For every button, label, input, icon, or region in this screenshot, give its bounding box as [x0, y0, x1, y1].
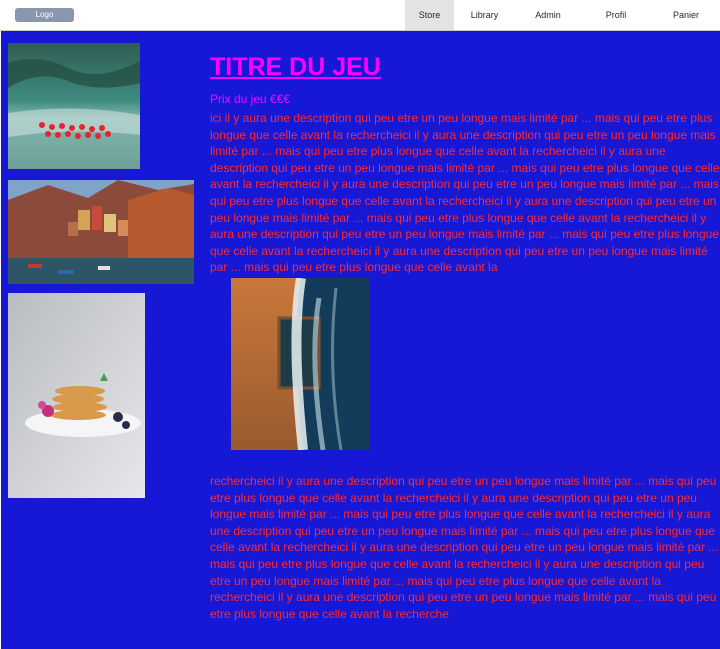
game-detail-image	[231, 278, 369, 450]
game-description-top: ici il y aura une description qui peu et…	[210, 111, 720, 275]
thumbnail-pancakes-dessert[interactable]	[8, 293, 145, 498]
thumbnail-coastal-village[interactable]	[8, 180, 194, 284]
game-detail-page: TITRE DU JEU Prix du jeu €€€ ici il y au…	[1, 31, 720, 649]
nav-profil-link[interactable]: Profil	[592, 0, 640, 30]
thumbnail-beach-parasols[interactable]	[8, 43, 140, 169]
logo-button[interactable]: Logo	[15, 8, 74, 22]
top-navigation-bar: Logo Store Library Admin Profil Panier	[0, 0, 720, 31]
nav-store-link[interactable]: Store	[405, 0, 454, 30]
nav-admin-link[interactable]: Admin	[524, 0, 572, 30]
game-description-bottom: rechercheici il y aura une description q…	[210, 474, 719, 621]
nav-panier-link[interactable]: Panier	[662, 0, 710, 30]
nav-library-link[interactable]: Library	[460, 0, 509, 30]
game-title[interactable]: TITRE DU JEU	[210, 53, 381, 82]
game-price: Prix du jeu €€€	[210, 92, 291, 106]
